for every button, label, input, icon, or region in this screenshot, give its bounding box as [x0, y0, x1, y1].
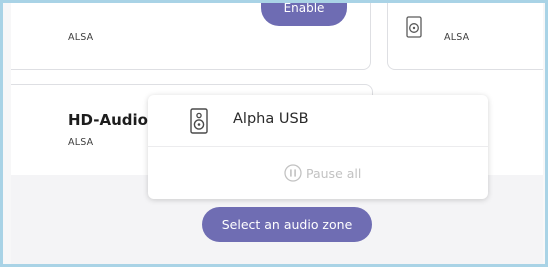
- pause-icon: [284, 164, 302, 182]
- popup-device-item[interactable]: Alpha USB: [148, 95, 488, 147]
- window-frame: ALSA Enable ALSA HD-Audio ALSA Select an…: [0, 0, 548, 267]
- speaker-icon: [190, 108, 208, 134]
- pause-all-label: Pause all: [306, 166, 362, 181]
- device-card-subtitle: ALSA: [68, 32, 94, 43]
- device-card-title: HD-Audio: [68, 111, 148, 129]
- enable-button[interactable]: Enable: [261, 3, 347, 26]
- speaker-icon: [406, 16, 422, 38]
- device-card-top-right: ALSA: [387, 3, 543, 70]
- popup-device-name: Alpha USB: [233, 111, 309, 127]
- select-audio-zone-button[interactable]: Select an audio zone: [202, 207, 372, 242]
- pause-all-button[interactable]: Pause all: [148, 147, 488, 199]
- zones-panel: ALSA Enable ALSA HD-Audio ALSA Select an…: [11, 3, 543, 264]
- device-card-top-left: ALSA Enable: [11, 3, 371, 70]
- device-card-subtitle: ALSA: [68, 137, 94, 148]
- device-popup-menu: Alpha USB Pause all: [148, 95, 488, 199]
- device-card-subtitle: ALSA: [444, 32, 470, 43]
